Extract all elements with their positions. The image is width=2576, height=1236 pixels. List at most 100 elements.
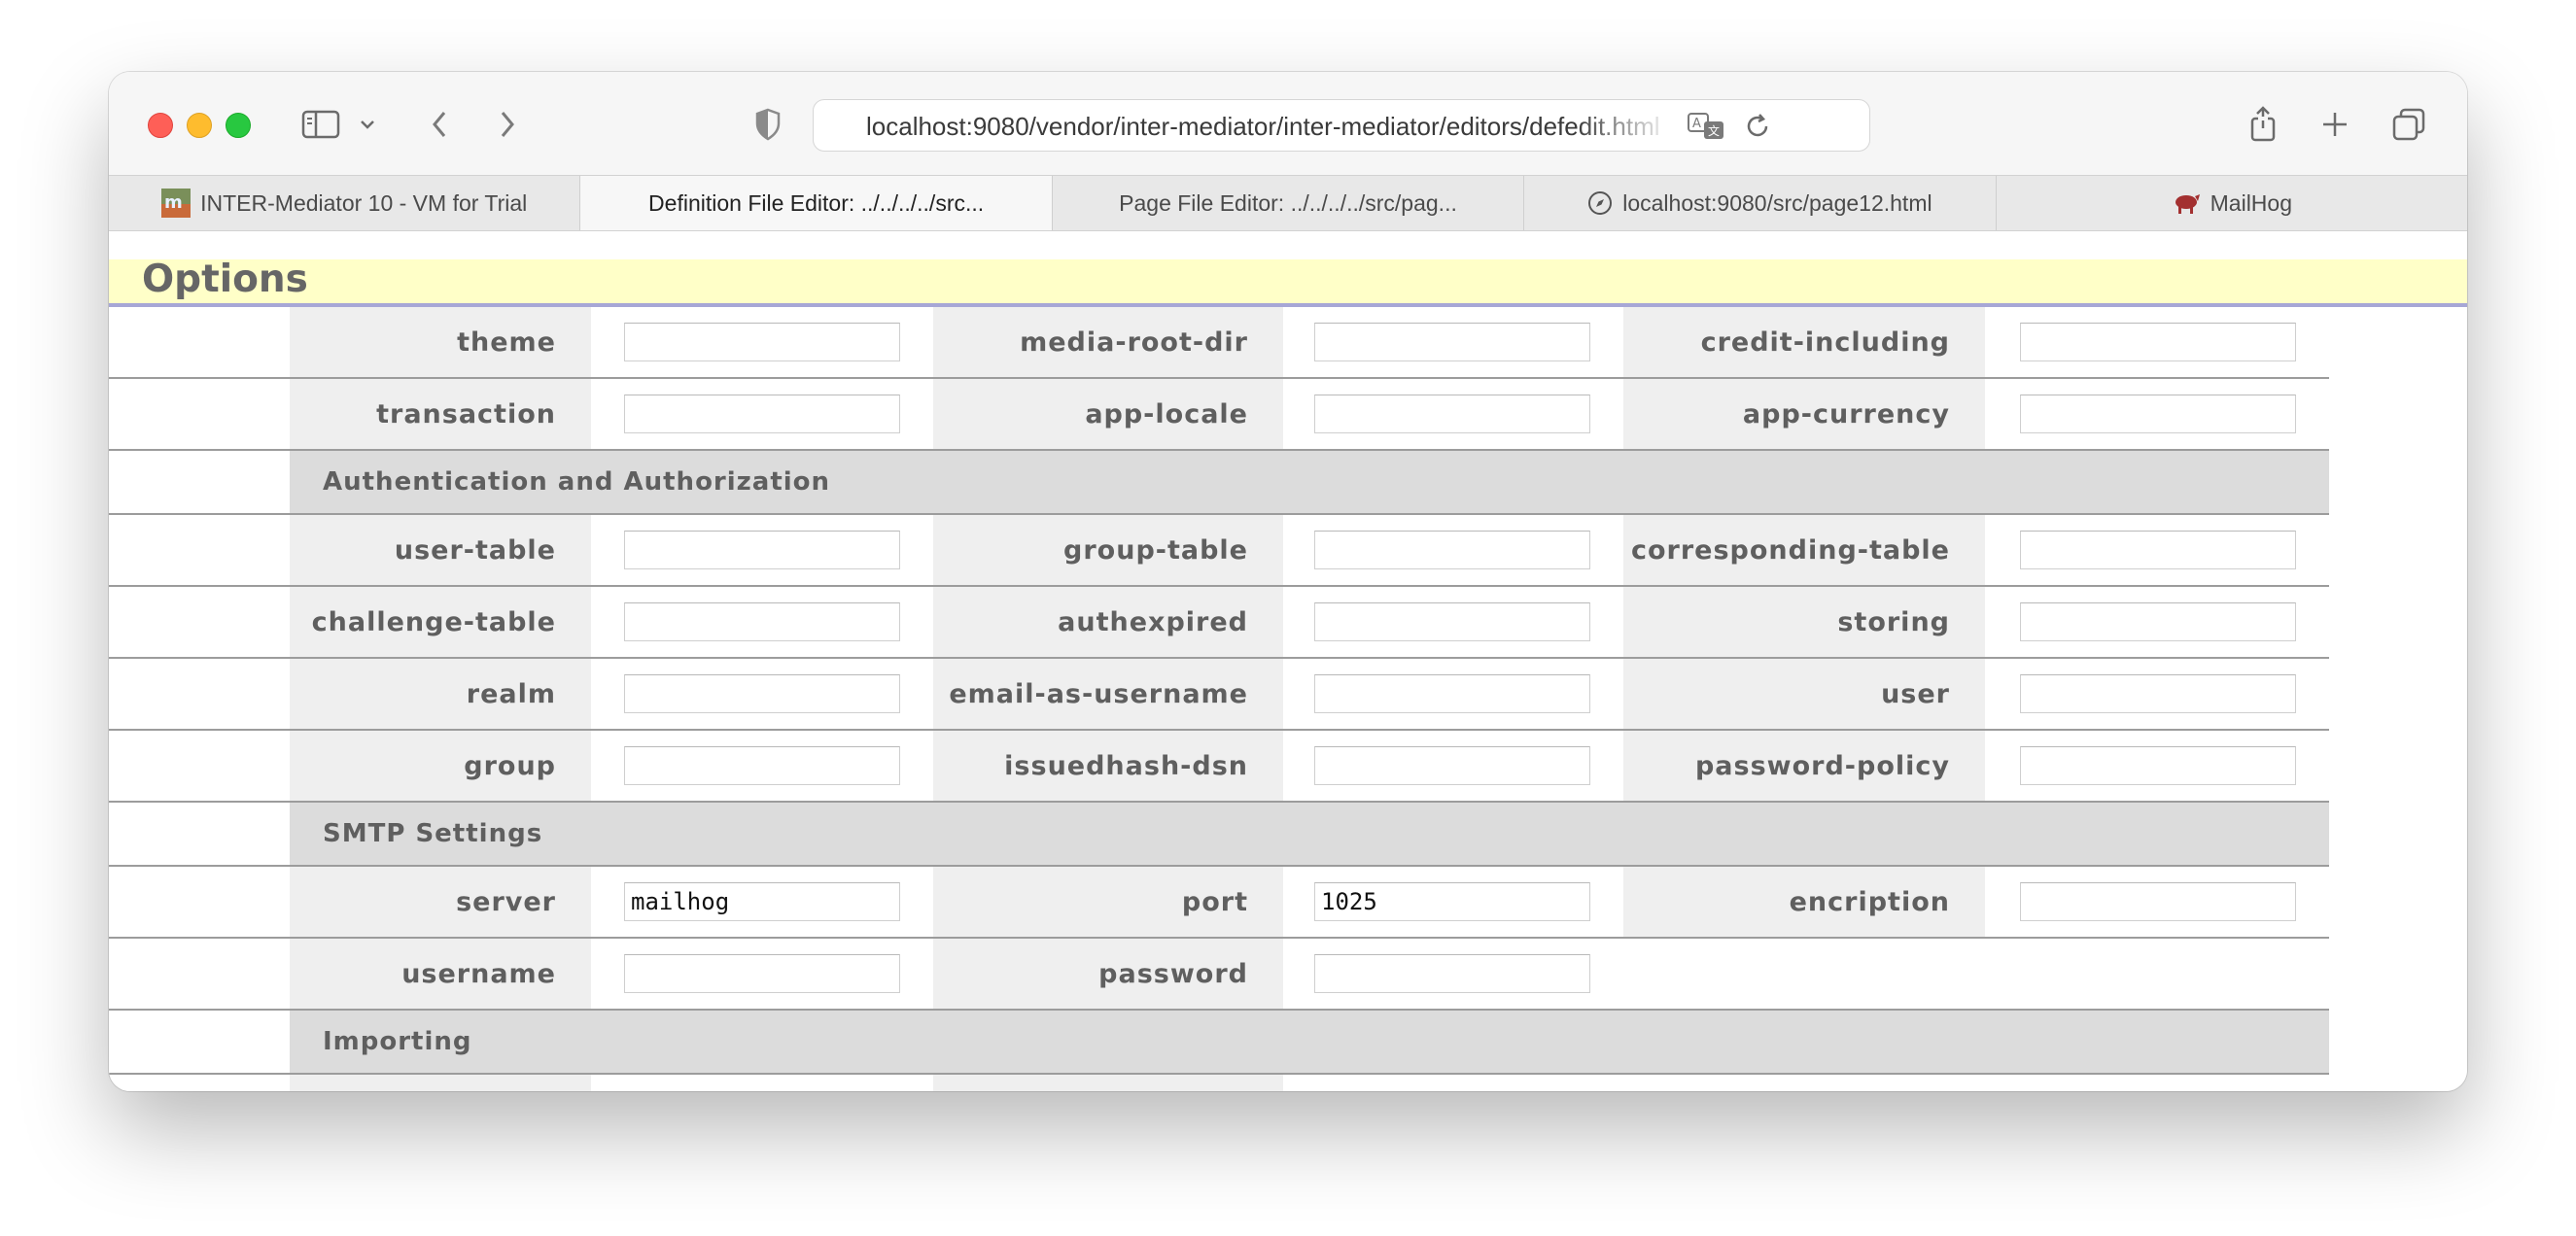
field-label: group bbox=[290, 731, 591, 801]
tab-label: localhost:9080/src/page12.html bbox=[1622, 189, 1932, 216]
sidebar-toggle-icon[interactable] bbox=[299, 107, 342, 142]
field-label: port bbox=[933, 867, 1283, 937]
svg-text:m: m bbox=[164, 192, 183, 213]
field-label: password bbox=[933, 939, 1283, 1009]
field-label: transaction bbox=[290, 379, 591, 449]
table-row bbox=[109, 1075, 2329, 1091]
page-content: Options theme media-root-dir credit-incl… bbox=[109, 231, 2467, 1091]
tab-label: Page File Editor: ../../../../src/pag... bbox=[1119, 189, 1457, 216]
tab-page12[interactable]: localhost:9080/src/page12.html bbox=[1524, 176, 1997, 230]
user-table-input[interactable] bbox=[624, 531, 900, 569]
smtp-section-header: SMTP Settings bbox=[290, 803, 2329, 865]
address-bar[interactable]: localhost:9080/vendor/inter-mediator/int… bbox=[813, 99, 1870, 152]
tab-definition-file-editor[interactable]: Definition File Editor: ../../../../src.… bbox=[580, 176, 1053, 230]
back-icon[interactable] bbox=[420, 107, 459, 142]
field-label: user bbox=[1623, 659, 1985, 729]
close-window-button[interactable] bbox=[148, 113, 173, 138]
corresponding-table-input[interactable] bbox=[2020, 531, 2296, 569]
table-row: transaction app-locale app-currency bbox=[109, 379, 2329, 451]
smtp-username-input[interactable] bbox=[624, 954, 900, 993]
password-policy-input[interactable] bbox=[2020, 746, 2296, 785]
smtp-port-input[interactable] bbox=[1314, 882, 1590, 921]
new-tab-icon[interactable] bbox=[2315, 107, 2354, 142]
field-label: realm bbox=[290, 659, 591, 729]
table-row: user-table group-table corresponding-tab… bbox=[109, 515, 2329, 587]
field-label: corresponding-table bbox=[1623, 515, 1985, 585]
table-row: group issuedhash-dsn password-policy bbox=[109, 731, 2329, 803]
translate-icon[interactable]: A文 bbox=[1687, 112, 1725, 146]
field-label: app-locale bbox=[933, 379, 1283, 449]
issuedhash-dsn-input[interactable] bbox=[1314, 746, 1590, 785]
field-label: challenge-table bbox=[290, 587, 591, 657]
section-row-auth: Authentication and Authorization bbox=[109, 451, 2329, 515]
svg-text:A: A bbox=[1692, 117, 1701, 131]
section-row-smtp: SMTP Settings bbox=[109, 803, 2329, 867]
table-row: server port encription bbox=[109, 867, 2329, 939]
field-label: theme bbox=[290, 307, 591, 377]
field-label bbox=[290, 1075, 591, 1091]
group-input[interactable] bbox=[624, 746, 900, 785]
tab-label: MailHog bbox=[2210, 189, 2293, 216]
field-label: encription bbox=[1623, 867, 1985, 937]
url-text[interactable]: localhost:9080/vendor/inter-mediator/int… bbox=[866, 112, 1673, 142]
theme-input[interactable] bbox=[624, 323, 900, 361]
app-locale-input[interactable] bbox=[1314, 395, 1590, 433]
tab-label: Definition File Editor: ../../../../src.… bbox=[648, 189, 985, 216]
options-table: theme media-root-dir credit-including tr… bbox=[109, 307, 2329, 1091]
field-label: email-as-username bbox=[933, 659, 1283, 729]
field-label: media-root-dir bbox=[933, 307, 1283, 377]
field-label: app-currency bbox=[1623, 379, 1985, 449]
storing-input[interactable] bbox=[2020, 602, 2296, 641]
table-row: realm email-as-username user bbox=[109, 659, 2329, 731]
field-label: storing bbox=[1623, 587, 1985, 657]
smtp-server-input[interactable] bbox=[624, 882, 900, 921]
section-row-importing: Importing bbox=[109, 1011, 2329, 1075]
credit-including-input[interactable] bbox=[2020, 323, 2296, 361]
auth-section-header: Authentication and Authorization bbox=[290, 451, 2329, 513]
privacy-shield-icon[interactable] bbox=[748, 107, 787, 142]
field-label: user-table bbox=[290, 515, 591, 585]
transaction-input[interactable] bbox=[624, 395, 900, 433]
table-row: challenge-table authexpired storing bbox=[109, 587, 2329, 659]
minimize-window-button[interactable] bbox=[187, 113, 212, 138]
field-label: issuedhash-dsn bbox=[933, 731, 1283, 801]
realm-input[interactable] bbox=[624, 674, 900, 713]
challenge-table-input[interactable] bbox=[624, 602, 900, 641]
tab-mailhog[interactable]: MailHog bbox=[1997, 176, 2467, 230]
compass-icon bbox=[1587, 190, 1613, 216]
importing-section-header: Importing bbox=[290, 1011, 2329, 1073]
field-label: password-policy bbox=[1623, 731, 1985, 801]
options-header: Options bbox=[109, 258, 2467, 307]
table-row: theme media-root-dir credit-including bbox=[109, 307, 2329, 379]
forward-icon[interactable] bbox=[488, 107, 527, 142]
field-label: authexpired bbox=[933, 587, 1283, 657]
email-as-username-input[interactable] bbox=[1314, 674, 1590, 713]
tab-bar: m INTER-Mediator 10 - VM for Trial Defin… bbox=[109, 175, 2467, 231]
smtp-encription-input[interactable] bbox=[2020, 882, 2296, 921]
field-label: server bbox=[290, 867, 591, 937]
share-icon[interactable] bbox=[2244, 106, 2282, 142]
zoom-window-button[interactable] bbox=[226, 113, 251, 138]
tab-intermediator-vm[interactable]: m INTER-Mediator 10 - VM for Trial bbox=[109, 176, 581, 230]
tab-page-file-editor[interactable]: Page File Editor: ../../../../src/pag... bbox=[1053, 176, 1525, 230]
authexpired-input[interactable] bbox=[1314, 602, 1590, 641]
media-root-dir-input[interactable] bbox=[1314, 323, 1590, 361]
options-title: Options bbox=[142, 258, 308, 301]
field-label: credit-including bbox=[1623, 307, 1985, 377]
field-label: username bbox=[290, 939, 591, 1009]
tab-overview-icon[interactable] bbox=[2389, 107, 2428, 142]
smtp-password-input[interactable] bbox=[1314, 954, 1590, 993]
svg-text:文: 文 bbox=[1708, 123, 1720, 138]
field-label bbox=[933, 1075, 1283, 1091]
table-row: username password bbox=[109, 939, 2329, 1011]
user-input[interactable] bbox=[2020, 674, 2296, 713]
intermediator-favicon-icon: m bbox=[161, 189, 191, 218]
tab-label: INTER-Mediator 10 - VM for Trial bbox=[200, 189, 528, 216]
chevron-down-icon[interactable] bbox=[356, 107, 379, 142]
mailhog-pig-icon bbox=[2172, 190, 2201, 216]
browser-window: localhost:9080/vendor/inter-mediator/int… bbox=[109, 72, 2467, 1091]
field-label: group-table bbox=[933, 515, 1283, 585]
app-currency-input[interactable] bbox=[2020, 395, 2296, 433]
group-table-input[interactable] bbox=[1314, 531, 1590, 569]
reload-icon[interactable] bbox=[1743, 112, 1772, 146]
